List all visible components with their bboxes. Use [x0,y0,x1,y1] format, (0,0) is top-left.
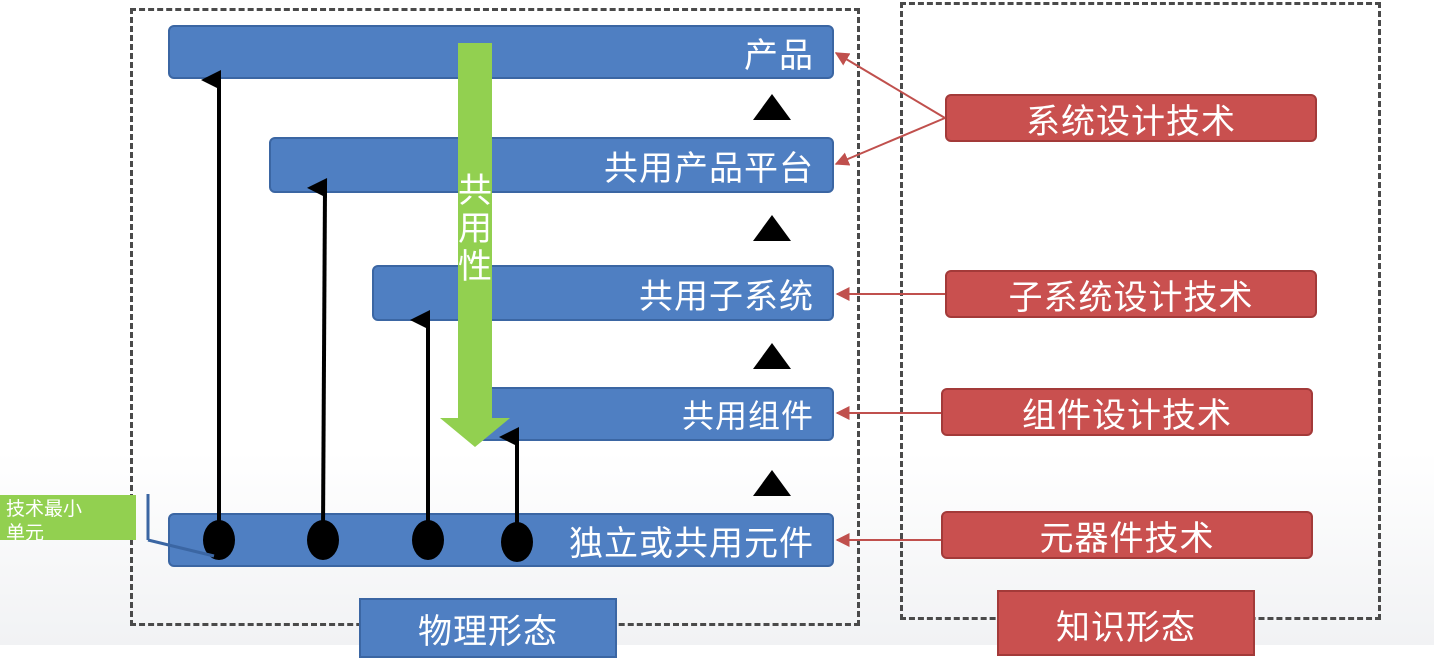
element-to-platform-arrow [307,178,328,531]
commonality-char-3: 性 [458,247,492,287]
commonality-label: 共 用 性 [455,172,495,286]
system-design-to-platform-connector [834,117,946,166]
diagram-overlay [146,43,946,562]
element-dot-3 [412,520,444,560]
commonality-char-2: 用 [458,209,492,249]
element-dot-2 [307,520,339,560]
system-design-to-product-connector [834,52,946,119]
element-dot-4 [501,522,533,562]
commonality-char-1: 共 [458,171,492,211]
